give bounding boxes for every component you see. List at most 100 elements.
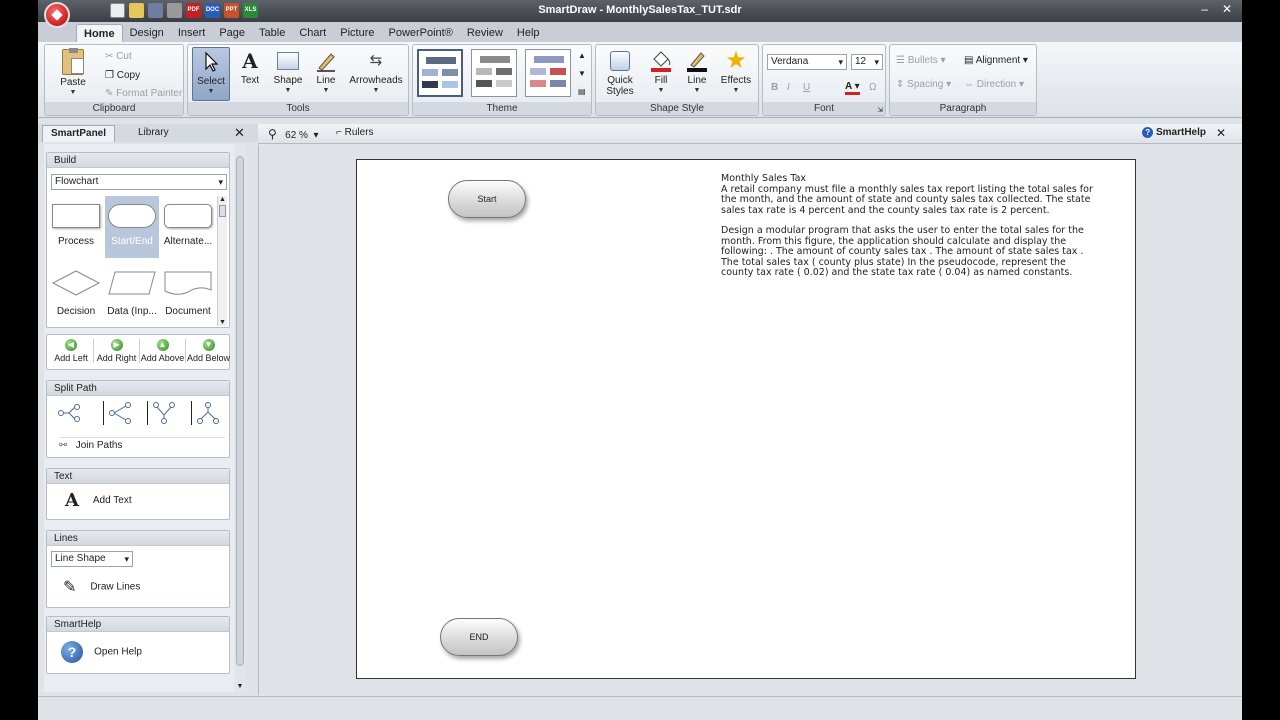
tab-design[interactable]: Design (123, 24, 171, 42)
tab-table[interactable]: Table (252, 24, 292, 42)
split-path-up-icon[interactable] (191, 401, 219, 425)
special-character-icon[interactable]: Ω (869, 82, 876, 93)
effects-button[interactable]: ★ Effects ▼ (716, 49, 756, 95)
tools-group: Select ▼ A Text Shape ▼ Line ▼ ⇆ Arrowhe… (187, 44, 409, 116)
fill-button[interactable]: Fill ▼ (646, 49, 676, 94)
brush-icon: ✎ (105, 88, 117, 99)
theme-scroll-down-icon[interactable]: ▼ (578, 69, 586, 78)
font-color-button[interactable]: A ▾ (845, 81, 860, 95)
paste-icon (62, 48, 84, 75)
line-shape-select[interactable]: Line Shape (51, 551, 133, 567)
scroll-down-icon[interactable]: ▼ (218, 319, 227, 326)
alignment-button[interactable]: ▤ Alignment ▾ (964, 55, 1028, 66)
font-group: Verdana 12 B I U A ▾ Ω Font ⇲ (762, 44, 886, 116)
copy-button[interactable]: ❐ Copy (105, 70, 140, 81)
document-page[interactable]: Start END Monthly Sales Tax A retail com… (356, 159, 1136, 679)
shape-data-input[interactable]: Data (Inp... (105, 265, 159, 325)
add-below-button[interactable]: ▼ Add Below (185, 339, 231, 363)
font-size-select[interactable]: 12 (851, 54, 883, 70)
shape-style-label: Shape Style (596, 102, 758, 115)
select-tool-button[interactable]: Select ▼ (192, 47, 230, 101)
help-question-icon: ? (1142, 127, 1154, 138)
split-path-fan-icon[interactable] (103, 401, 131, 425)
font-label: Font (763, 102, 885, 115)
chevron-down-icon: ▼ (207, 88, 215, 95)
tab-picture[interactable]: Picture (333, 24, 381, 42)
open-help-button[interactable]: ? Open Help (61, 641, 142, 663)
theme-option-2[interactable] (471, 49, 517, 97)
draw-lines-button[interactable]: ✎ Draw Lines (63, 577, 140, 597)
shape-start-end[interactable]: Start/End (105, 196, 159, 258)
zoom-control[interactable]: ⚲ 62 % ▾ (268, 127, 319, 141)
tab-help[interactable]: Help (510, 24, 547, 42)
split-path-down-icon[interactable] (147, 401, 175, 425)
drawing-canvas[interactable]: Start END Monthly Sales Tax A retail com… (258, 145, 1242, 695)
shape-decision[interactable]: Decision (49, 265, 103, 325)
tab-library[interactable]: Library (130, 125, 177, 142)
shape-process[interactable]: Process (49, 196, 103, 258)
tab-insert[interactable]: Insert (171, 24, 213, 42)
cut-button[interactable]: ✂ Cut (105, 51, 132, 62)
theme-label: Theme (413, 102, 591, 115)
tab-smartpanel[interactable]: SmartPanel (42, 125, 116, 142)
text-tool-button[interactable]: A Text (234, 49, 266, 86)
line-style-button[interactable]: Line ▼ (682, 49, 712, 94)
font-name-select[interactable]: Verdana (767, 54, 847, 70)
add-right-button[interactable]: ▶ Add Right (93, 339, 139, 363)
italic-button[interactable]: I (787, 82, 790, 93)
add-above-button[interactable]: ▲ Add Above (139, 339, 185, 363)
clipboard-group: Paste ▼ ✂ Cut ❐ Copy ✎ Format Painter Cl… (44, 44, 184, 116)
paste-button[interactable]: Paste ▼ (53, 48, 93, 96)
minimize-button[interactable]: – (1201, 2, 1208, 16)
tab-review[interactable]: Review (460, 24, 510, 42)
close-button[interactable]: ✕ (1222, 2, 1232, 16)
tab-home[interactable]: Home (76, 24, 123, 42)
add-left-button[interactable]: ◀ Add Left (49, 339, 93, 363)
tab-chart[interactable]: Chart (292, 24, 333, 42)
font-dialog-launcher-icon[interactable]: ⇲ (877, 106, 883, 114)
chevron-down-icon: ▼ (693, 87, 701, 94)
split-path-right-icon[interactable] (57, 401, 81, 425)
shape-alternate[interactable]: Alternate... (161, 196, 215, 258)
panel-scroll-thumb[interactable] (236, 156, 244, 666)
bullets-icon: ☰ (896, 55, 908, 66)
panel-scrollbar[interactable]: ▼ (234, 144, 246, 692)
format-painter-button[interactable]: ✎ Format Painter (105, 88, 182, 99)
direction-button[interactable]: ⇔ Direction ▾ (964, 79, 1024, 90)
theme-option-1[interactable] (417, 49, 463, 97)
arrowheads-button[interactable]: ⇆ Arrowheads ▼ (346, 49, 406, 94)
quick-styles-button[interactable]: Quick Styles (600, 49, 640, 97)
tab-page[interactable]: Page (212, 24, 252, 42)
text-title: Text (47, 469, 229, 484)
end-terminator-shape[interactable]: END (440, 618, 518, 656)
panel-close-icon[interactable]: ✕ (234, 125, 245, 141)
theme-scroll-up-icon[interactable]: ▲ (578, 51, 586, 60)
add-text-button[interactable]: A Add Text (65, 490, 132, 511)
panel-header: SmartPanel Library ✕ (38, 124, 290, 142)
spacing-button[interactable]: ⇕ Spacing ▾ (896, 79, 951, 90)
shape-tool-button[interactable]: Shape ▼ (270, 49, 306, 94)
bold-button[interactable]: B (771, 82, 778, 93)
ribbon: Paste ▼ ✂ Cut ❐ Copy ✎ Format Painter Cl… (38, 42, 1242, 118)
theme-option-3[interactable] (525, 49, 571, 97)
smarthelp-toggle[interactable]: ? SmartHelp (1142, 127, 1206, 138)
join-paths-button[interactable]: ⚯ Join Paths (59, 437, 225, 451)
spacing-icon: ⇕ (896, 79, 908, 90)
scroll-thumb[interactable] (219, 205, 226, 217)
start-terminator-shape[interactable]: Start (448, 180, 526, 218)
shape-library-select[interactable]: Flowchart (51, 174, 227, 190)
shape-document[interactable]: Document (161, 265, 215, 325)
description-text-block[interactable]: Monthly Sales Tax A retail company must … (721, 173, 1101, 289)
scroll-up-icon[interactable]: ▲ (218, 196, 227, 203)
description-title: Monthly Sales Tax (721, 173, 807, 184)
theme-more-icon[interactable]: ▤ (578, 87, 586, 96)
smarthelp-close-icon[interactable]: ✕ (1216, 126, 1226, 140)
underline-button[interactable]: U (803, 82, 810, 93)
scroll-down-icon[interactable]: ▼ (234, 683, 246, 690)
tab-powerpoint[interactable]: PowerPoint® (381, 24, 459, 42)
app-menu-logo-icon[interactable] (44, 2, 70, 28)
rulers-button[interactable]: ⌐ Rulers (336, 127, 374, 138)
shape-gallery-scrollbar[interactable]: ▲ ▼ (217, 196, 227, 326)
line-tool-button[interactable]: Line ▼ (310, 49, 342, 94)
bullets-button[interactable]: ☰ Bullets ▾ (896, 55, 946, 66)
